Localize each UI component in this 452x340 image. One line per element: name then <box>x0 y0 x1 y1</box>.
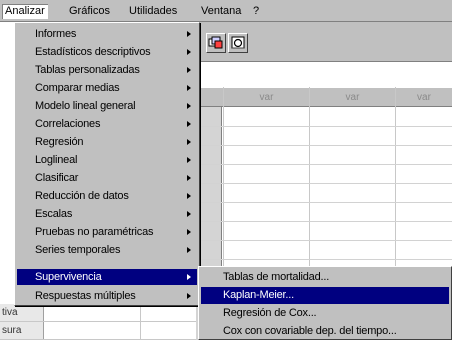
submenu-arrow-icon <box>187 274 191 280</box>
grid-line <box>196 183 452 184</box>
menu-item-label: Series temporales <box>35 244 121 256</box>
menu-item-label: Tablas personalizadas <box>35 64 140 76</box>
submenu-item-kaplan-meier[interactable]: Kaplan-Meier... <box>201 287 449 304</box>
menu-item-label: Loglineal <box>35 154 78 166</box>
menu-item-tablas-personalizadas[interactable]: Tablas personalizadas <box>17 63 197 77</box>
menu-utilidades[interactable]: Utilidades <box>126 4 180 19</box>
corner-cell <box>196 88 224 107</box>
submenu-arrow-icon <box>187 193 191 199</box>
submenu-arrow-icon <box>187 293 191 299</box>
view-button[interactable] <box>228 33 248 53</box>
submenu-arrow-icon <box>187 31 191 37</box>
grid-line <box>196 240 452 241</box>
submenu-arrow-icon <box>187 139 191 145</box>
view-icon <box>231 36 245 49</box>
menu-item-pruebas-no-parametricas[interactable]: Pruebas no paramétricas <box>17 225 197 239</box>
grid-line <box>196 164 452 165</box>
column-header[interactable]: var <box>224 88 310 107</box>
grid-line <box>140 304 141 340</box>
menu-graficos[interactable]: Gráficos <box>66 4 113 19</box>
grid-line <box>196 145 452 146</box>
submenu-arrow-icon <box>187 121 191 127</box>
menu-item-label: Regresión <box>35 136 84 148</box>
menu-item-escalas[interactable]: Escalas <box>17 207 197 221</box>
menu-item-clasificar[interactable]: Clasificar <box>17 171 197 185</box>
menu-item-label: Clasificar <box>35 172 79 184</box>
grid-line <box>196 259 452 260</box>
menu-item-supervivencia[interactable]: Supervivencia <box>17 269 197 285</box>
menu-item-label: Comparar medias <box>35 82 120 94</box>
chart-gallery-icon <box>208 36 223 49</box>
menu-item-correlaciones[interactable]: Correlaciones <box>17 117 197 131</box>
menu-analizar[interactable]: Analizar <box>2 4 48 19</box>
variable-list-behind: tiva sura <box>0 304 196 340</box>
submenu-item-tablas-de-mortalidad[interactable]: Tablas de mortalidad... <box>201 269 449 286</box>
menu-item-label: Correlaciones <box>35 118 101 130</box>
menu-help[interactable]: ? <box>250 4 262 19</box>
table-row: tiva <box>0 304 196 322</box>
chart-gallery-button[interactable] <box>206 33 226 53</box>
analizar-menu: Informes Estadísticos descriptivos Tabla… <box>14 22 200 306</box>
column-header[interactable]: var <box>310 88 396 107</box>
row-label: tiva <box>0 304 44 321</box>
supervivencia-submenu: Tablas de mortalidad... Kaplan-Meier... … <box>198 266 452 340</box>
menu-item-reduccion-de-datos[interactable]: Reducción de datos <box>17 189 197 203</box>
submenu-arrow-icon <box>187 103 191 109</box>
menu-item-label: Estadísticos descriptivos <box>35 46 151 58</box>
column-header[interactable]: var <box>396 88 452 107</box>
menu-ventana[interactable]: Ventana <box>198 4 244 19</box>
row-label: sura <box>0 322 44 339</box>
menu-item-label: Escalas <box>35 208 73 220</box>
submenu-arrow-icon <box>187 157 191 163</box>
menu-item-series-temporales[interactable]: Series temporales <box>17 243 197 257</box>
menu-item-respuestas-multiples[interactable]: Respuestas múltiples <box>17 289 197 303</box>
submenu-arrow-icon <box>187 85 191 91</box>
submenu-arrow-icon <box>187 49 191 55</box>
submenu-item-regresion-de-cox[interactable]: Regresión de Cox... <box>201 305 449 322</box>
menu-item-label: Supervivencia <box>35 271 102 283</box>
menu-item-label: Informes <box>35 28 77 40</box>
submenu-arrow-icon <box>187 211 191 217</box>
submenu-arrow-icon <box>187 175 191 181</box>
menu-item-estadisticos-descriptivos[interactable]: Estadísticos descriptivos <box>17 45 197 59</box>
table-row: sura <box>0 322 196 340</box>
grid-line <box>196 202 452 203</box>
submenu-arrow-icon <box>187 67 191 73</box>
menu-item-loglineal[interactable]: Loglineal <box>17 153 197 167</box>
menu-item-label: Modelo lineal general <box>35 100 136 112</box>
grid-line <box>196 126 452 127</box>
menu-bar: Analizar Gráficos Utilidades Ventana ? <box>0 0 452 22</box>
menu-item-label: Respuestas múltiples <box>35 290 136 302</box>
menu-item-informes[interactable]: Informes <box>17 27 197 41</box>
submenu-item-cox-covariable-dependiente[interactable]: Cox con covariable dep. del tiempo... <box>201 323 449 340</box>
grid-line <box>196 221 452 222</box>
grid-header: var var var <box>196 87 452 107</box>
menu-item-regresion[interactable]: Regresión <box>17 135 197 149</box>
submenu-arrow-icon <box>187 229 191 235</box>
submenu-arrow-icon <box>187 247 191 253</box>
menu-item-comparar-medias[interactable]: Comparar medias <box>17 81 197 95</box>
menu-item-modelo-lineal-general[interactable]: Modelo lineal general <box>17 99 197 113</box>
menu-item-label: Pruebas no paramétricas <box>35 226 154 238</box>
menu-item-label: Reducción de datos <box>35 190 129 202</box>
toolbar <box>196 22 452 62</box>
